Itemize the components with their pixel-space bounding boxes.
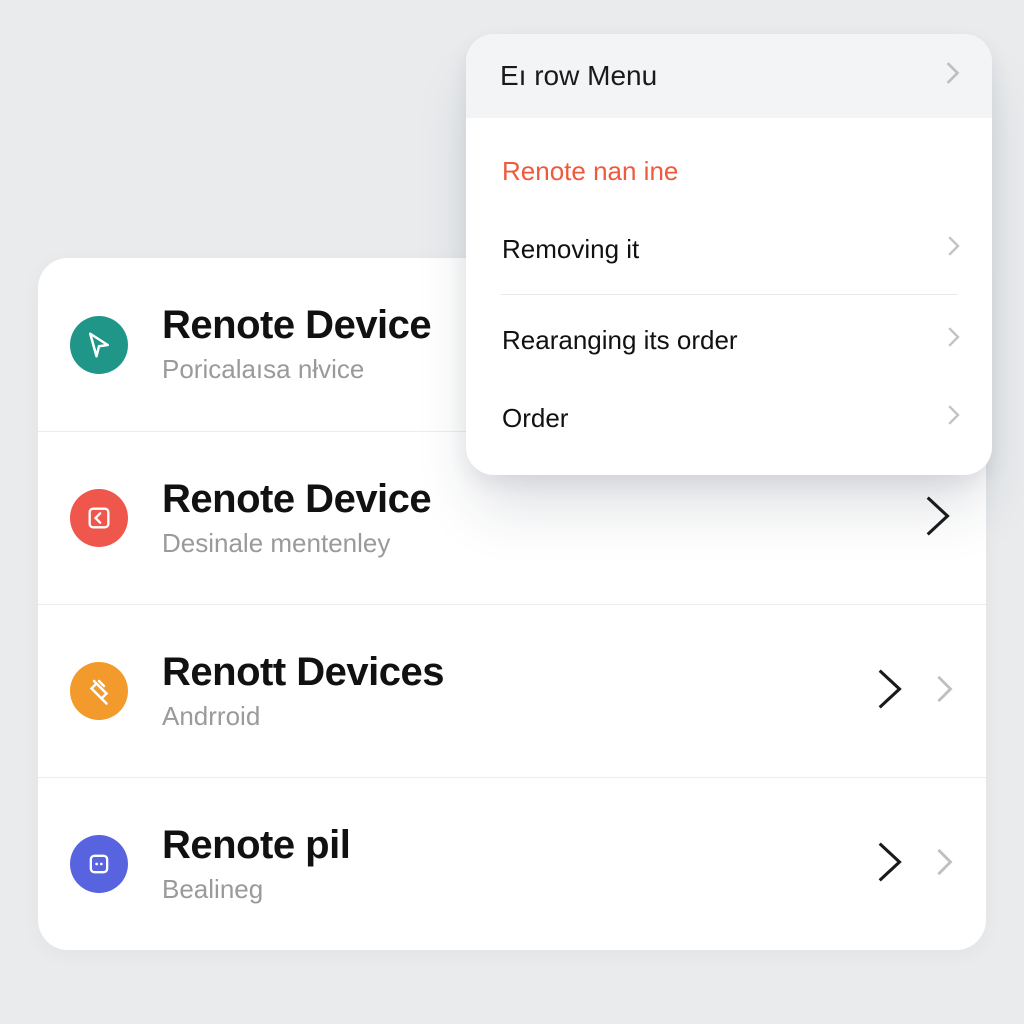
chevron-right-icon <box>946 233 962 266</box>
menu-item-rename[interactable]: Renote nan ine <box>466 132 992 210</box>
plug-icon <box>70 662 128 720</box>
context-menu-header[interactable]: Eı row Menu <box>466 34 992 118</box>
device-subtitle: Desinale mentenley <box>162 528 922 559</box>
menu-item-label: Removing it <box>502 234 639 265</box>
chevron-right-small-icon <box>934 845 956 884</box>
chevron-right-icon <box>874 838 908 891</box>
device-title: Renott Devices <box>162 651 874 693</box>
device-row-text: Renote pil Bealineg <box>162 824 874 905</box>
menu-item-rearrange[interactable]: Rearanging its order <box>466 301 992 379</box>
device-row-text: Renott Devices Andrroid <box>162 651 874 732</box>
context-menu: Eı row Menu Renote nan ine Removing it R… <box>466 34 992 475</box>
device-row-text: Renote Device Desinale mentenley <box>162 478 922 559</box>
square-chevron-icon <box>70 489 128 547</box>
chevron-right-icon <box>922 492 956 545</box>
device-row-3[interactable]: Renote pil Bealineg <box>38 777 986 950</box>
chevron-right-icon <box>944 59 962 94</box>
context-menu-body: Renote nan ine Removing it Rearanging it… <box>466 118 992 475</box>
pointer-icon <box>70 316 128 374</box>
menu-item-order[interactable]: Order <box>466 379 992 457</box>
menu-item-label: Order <box>502 403 568 434</box>
dots-box-icon <box>70 835 128 893</box>
chevron-right-icon <box>946 402 962 435</box>
chevron-right-small-icon <box>934 672 956 711</box>
menu-item-label: Rearanging its order <box>502 325 738 356</box>
row-chevrons <box>922 492 956 545</box>
menu-item-label: Renote nan ine <box>502 156 678 187</box>
context-menu-title: Eı row Menu <box>500 60 657 92</box>
device-subtitle: Andrroid <box>162 701 874 732</box>
menu-item-remove[interactable]: Removing it <box>466 210 992 288</box>
chevron-right-icon <box>946 324 962 357</box>
device-row-2[interactable]: Renott Devices Andrroid <box>38 604 986 777</box>
menu-divider <box>500 294 958 295</box>
device-subtitle: Bealineg <box>162 874 874 905</box>
row-chevrons <box>874 665 956 718</box>
device-title: Renote Device <box>162 478 922 520</box>
device-title: Renote pil <box>162 824 874 866</box>
row-chevrons <box>874 838 956 891</box>
chevron-right-icon <box>874 665 908 718</box>
